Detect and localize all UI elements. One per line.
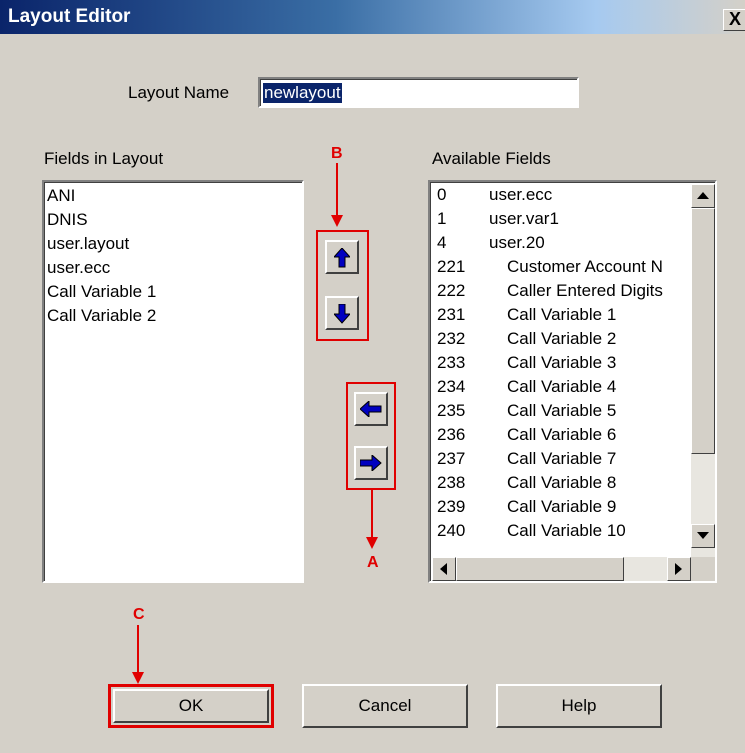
field-name: Call Variable 2: [507, 329, 617, 348]
horizontal-scroll-thumb[interactable]: [456, 557, 624, 581]
scroll-left-button[interactable]: [432, 557, 456, 581]
ok-button[interactable]: OK: [108, 684, 274, 728]
arrow-right-icon: [360, 455, 382, 471]
arrow-left-icon: [360, 401, 382, 417]
list-item[interactable]: 233 Call Variable 3: [437, 351, 691, 375]
cancel-button-label: Cancel: [358, 696, 412, 715]
move-up-button[interactable]: [325, 240, 359, 274]
list-item[interactable]: user.layout: [47, 232, 129, 256]
annotation-b-label: B: [331, 145, 343, 162]
add-left-button[interactable]: [354, 392, 388, 426]
close-button[interactable]: X: [723, 9, 745, 31]
arrow-down-icon: [334, 304, 350, 324]
available-fields-label: Available Fields: [432, 149, 551, 168]
available-fields-list[interactable]: 0 user.ecc 1 user.var1 4 user.20 221 Custome…: [428, 180, 717, 583]
layout-name-label: Layout Name: [128, 83, 230, 102]
list-item[interactable]: 0 user.ecc: [437, 183, 691, 207]
arrow-up-icon: [334, 248, 350, 268]
list-item[interactable]: 4 user.20: [437, 231, 691, 255]
field-name: Call Variable 5: [507, 401, 617, 420]
list-item[interactable]: 1 user.var1: [437, 207, 691, 231]
field-name: user.var1: [489, 209, 559, 228]
list-item[interactable]: DNIS: [47, 208, 88, 232]
help-button[interactable]: Help: [496, 684, 662, 728]
field-id: 233: [437, 353, 466, 372]
close-icon: X: [728, 9, 741, 29]
list-item[interactable]: 239 Call Variable 9: [437, 495, 691, 519]
annotation-c-arrow: [132, 625, 144, 684]
field-name: Customer Account N: [507, 257, 663, 276]
vertical-scrollbar[interactable]: [691, 184, 715, 560]
field-name: user.ecc: [489, 185, 553, 204]
annotation-b-arrow: [331, 163, 343, 227]
field-id: 4: [437, 233, 447, 252]
horizontal-scrollbar[interactable]: [432, 557, 691, 581]
scroll-down-button[interactable]: [691, 524, 715, 548]
list-item[interactable]: 238 Call Variable 8: [437, 471, 691, 495]
field-name: user.20: [489, 233, 545, 252]
field-id: 237: [437, 449, 466, 468]
fields-in-layout-label: Fields in Layout: [44, 149, 164, 168]
annotation-a-arrow: [366, 490, 378, 549]
field-id: 239: [437, 497, 466, 516]
field-id: 238: [437, 473, 466, 492]
list-item[interactable]: 222 Caller Entered Digits: [437, 279, 691, 303]
list-item[interactable]: Call Variable 1: [47, 280, 156, 304]
list-item[interactable]: 234 Call Variable 4: [437, 375, 691, 399]
field-id: 231: [437, 305, 466, 324]
window-title: Layout Editor: [8, 6, 131, 27]
field-id: 1: [437, 209, 447, 228]
field-id: 234: [437, 377, 466, 396]
field-name: Call Variable 7: [507, 449, 617, 468]
scroll-up-button[interactable]: [691, 184, 715, 208]
field-name: Call Variable 4: [507, 377, 617, 396]
list-item[interactable]: Call Variable 2: [47, 304, 156, 328]
list-item[interactable]: 232 Call Variable 2: [437, 327, 691, 351]
field-id: 240: [437, 521, 466, 540]
field-name: Call Variable 10: [507, 521, 626, 540]
field-name: Call Variable 6: [507, 425, 617, 444]
scrollbar-corner: [691, 557, 715, 581]
list-item[interactable]: 236 Call Variable 6: [437, 423, 691, 447]
scroll-left-icon: [440, 563, 447, 575]
layout-name-input[interactable]: newlayout: [258, 77, 579, 108]
field-name: Caller Entered Digits: [507, 281, 663, 300]
list-item[interactable]: 240 Call Variable 10: [437, 519, 691, 543]
fields-in-layout-list[interactable]: ANI DNIS user.layout user.ecc Call Varia…: [42, 180, 304, 583]
field-id: 232: [437, 329, 466, 348]
scroll-right-button[interactable]: [667, 557, 691, 581]
remove-right-button[interactable]: [354, 446, 388, 480]
field-id: 236: [437, 425, 466, 444]
list-item[interactable]: ANI: [47, 184, 75, 208]
layout-name-value: newlayout: [263, 83, 342, 103]
field-name: Call Variable 1: [507, 305, 617, 324]
ok-button-label: OK: [178, 696, 204, 715]
scroll-right-icon: [675, 563, 682, 575]
annotation-c-label: C: [133, 606, 145, 623]
field-id: 0: [437, 185, 447, 204]
list-item[interactable]: 235 Call Variable 5: [437, 399, 691, 423]
scroll-down-icon: [697, 532, 709, 539]
annotation-a-label: A: [367, 554, 379, 571]
list-item[interactable]: user.ecc: [47, 256, 110, 280]
field-id: 221: [437, 257, 466, 276]
cancel-button[interactable]: Cancel: [302, 684, 468, 728]
vertical-scroll-thumb[interactable]: [691, 208, 715, 454]
list-item[interactable]: 221 Customer Account N: [437, 255, 691, 279]
help-button-label: Help: [561, 696, 597, 715]
field-name: Call Variable 3: [507, 353, 617, 372]
field-name: Call Variable 9: [507, 497, 617, 516]
scroll-up-icon: [697, 192, 709, 199]
title-bar: Layout Editor: [0, 0, 745, 34]
move-down-button[interactable]: [325, 296, 359, 330]
field-name: Call Variable 8: [507, 473, 617, 492]
list-item[interactable]: 237 Call Variable 7: [437, 447, 691, 471]
field-id: 235: [437, 401, 466, 420]
list-item[interactable]: 231 Call Variable 1: [437, 303, 691, 327]
field-id: 222: [437, 281, 466, 300]
